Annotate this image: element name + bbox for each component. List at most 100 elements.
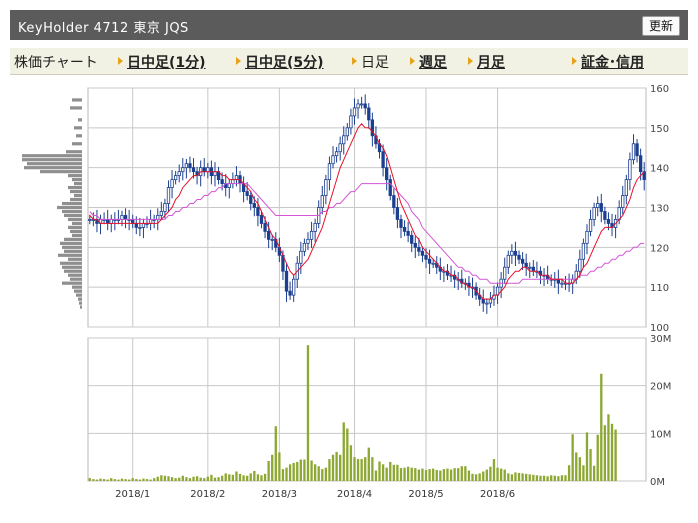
candle-body: [528, 266, 532, 269]
volume-bar: [489, 466, 492, 481]
volume-bar: [582, 465, 585, 481]
candle-body: [524, 262, 528, 268]
volume-bar: [163, 475, 167, 481]
volume-bar: [188, 478, 192, 481]
x-axis-label: 2018/3: [262, 489, 297, 500]
volume-bar: [288, 464, 292, 481]
volume-bar: [592, 465, 596, 481]
volume-bar: [421, 468, 424, 481]
candle-body: [560, 282, 564, 285]
candle-body: [349, 115, 353, 129]
volume-bar: [453, 468, 456, 481]
candle-body: [309, 230, 314, 240]
volume-bar: [457, 468, 460, 481]
x-axis-label: 2018/6: [480, 489, 515, 500]
volume-bar: [203, 478, 206, 481]
volume-bar: [596, 434, 599, 481]
volume-bar: [371, 457, 374, 481]
volume-bar: [238, 473, 242, 481]
volume-bar: [92, 479, 95, 481]
candle-body: [181, 167, 185, 173]
volume-bar: [253, 470, 256, 481]
candle-body: [621, 195, 625, 208]
candle-body: [363, 103, 367, 109]
volume-bar: [346, 428, 349, 481]
volume-bar: [99, 478, 102, 481]
volume-bar: [521, 473, 524, 481]
candle-body: [617, 207, 621, 220]
candle-body: [292, 278, 296, 296]
candle-body: [284, 270, 289, 292]
candle-body: [488, 298, 493, 304]
volume-bar: [113, 479, 116, 481]
price-profile-bar: [68, 217, 82, 222]
candle-body: [131, 219, 135, 224]
volume-bar: [424, 470, 428, 481]
candle-body: [599, 203, 603, 212]
volume-bar: [578, 457, 581, 481]
volume-bar: [149, 479, 152, 481]
price-profile-bar: [74, 289, 82, 293]
volume-bar: [192, 476, 195, 481]
price-profile-bar: [60, 241, 82, 245]
volume-bar: [503, 469, 506, 481]
volume-bar: [281, 469, 285, 481]
volume-bar: [535, 475, 539, 481]
volume-bar: [235, 471, 238, 481]
price-profile-bar: [70, 189, 82, 194]
volume-bar: [589, 449, 592, 481]
volume-bar: [271, 454, 274, 481]
volume-bar: [135, 479, 138, 481]
candle-body: [506, 254, 510, 268]
volume-bar: [142, 478, 145, 481]
volume-bar: [474, 474, 478, 481]
volume-bar: [614, 429, 617, 481]
candle-body: [173, 175, 178, 181]
volume-bar: [360, 459, 363, 481]
candle-body: [338, 143, 342, 153]
candle-body: [191, 167, 196, 173]
candle-body: [141, 223, 146, 228]
x-axis-label: 2018/1: [115, 489, 150, 500]
volume-bar: [449, 469, 453, 481]
volume-bar: [550, 475, 553, 481]
volume-bar: [217, 477, 220, 481]
volume-bar: [160, 475, 163, 481]
candle-body: [159, 211, 163, 216]
candle-body: [510, 250, 514, 256]
volume-bar: [539, 475, 542, 481]
volume-bar: [102, 479, 106, 481]
price-profile-bar: [68, 273, 82, 277]
volume-bar: [492, 459, 496, 481]
candle-body: [485, 302, 489, 305]
volume-bar: [278, 452, 281, 481]
volume-bar: [246, 475, 249, 481]
price-profile-bar: [64, 249, 82, 253]
volume-bar: [249, 473, 252, 481]
volume-bar: [256, 474, 260, 481]
candle-body: [256, 207, 260, 216]
volume-bar: [228, 474, 231, 481]
volume-bar: [507, 473, 510, 481]
candle-body: [270, 238, 274, 241]
volume-bar: [381, 464, 385, 481]
candle-body: [581, 242, 586, 260]
volume-bar: [170, 477, 174, 481]
volume-bar: [328, 459, 331, 481]
volume-bar: [374, 470, 378, 481]
price-profile-bar: [64, 213, 82, 218]
candle-body: [163, 203, 167, 212]
price-profile-bar: [62, 201, 82, 206]
candle-body: [313, 223, 317, 232]
price-tick-label: 160: [650, 84, 669, 95]
volume-bar: [414, 468, 417, 481]
volume-bar: [335, 451, 338, 481]
candle-body: [367, 107, 371, 121]
candle-body: [402, 227, 407, 232]
candle-body: [359, 103, 364, 106]
price-profile-bar: [64, 237, 82, 241]
volume-bar: [167, 476, 170, 481]
price-profile-bar: [76, 293, 82, 297]
candle-body: [517, 254, 521, 260]
volume-bar: [482, 471, 485, 481]
